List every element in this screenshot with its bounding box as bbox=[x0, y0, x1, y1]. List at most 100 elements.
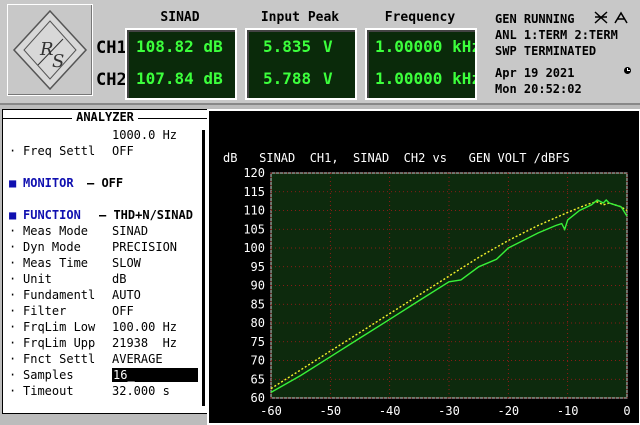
sweep-status: SWP TERMINATED bbox=[495, 44, 597, 58]
setting-row[interactable]: · Timeout 32.000 s bbox=[3, 384, 203, 400]
setting-label: Dyn Mode bbox=[23, 240, 81, 254]
ch2-label: CH2 bbox=[96, 70, 127, 90]
setting-label: Timeout bbox=[23, 384, 74, 398]
section-bullet-icon: ■ bbox=[9, 176, 17, 190]
setting-label: Fundamentl bbox=[23, 288, 96, 302]
ch2-freq-value: 1.00000 kHz bbox=[375, 69, 477, 88]
setting-label: Meas Time bbox=[23, 256, 89, 270]
setting-label: Fnct Settl bbox=[23, 352, 96, 366]
y-tick-label: 65 bbox=[251, 372, 265, 386]
ch2-peak-unit: V bbox=[323, 69, 333, 88]
row-bullet-icon: · bbox=[9, 368, 17, 382]
row-bullet-icon: · bbox=[9, 272, 17, 286]
y-tick-label: 105 bbox=[243, 222, 265, 236]
row-bullet-icon: · bbox=[9, 304, 17, 318]
y-tick-label: 75 bbox=[251, 335, 265, 349]
setting-value: OFF bbox=[112, 304, 134, 318]
col-head-frequency: Frequency bbox=[384, 10, 456, 25]
row-bullet-icon: · bbox=[9, 336, 17, 350]
ch1-peak-value: 5.835 bbox=[263, 37, 312, 56]
x-tick-label: -40 bbox=[379, 404, 401, 418]
setting-label: FrqLim Low bbox=[23, 320, 96, 334]
row-bullet-icon: · bbox=[9, 240, 17, 254]
setting-label: Samples bbox=[23, 368, 74, 382]
svg-text:S: S bbox=[52, 51, 64, 72]
setting-value: — THD+N/SINAD bbox=[99, 208, 193, 222]
setting-label: MONITOR bbox=[23, 176, 74, 190]
setting-row[interactable]: · Fnct Settl AVERAGE bbox=[3, 352, 203, 368]
brand-logo: R S bbox=[7, 4, 93, 96]
col-head-sinad: SINAD bbox=[160, 10, 200, 25]
ch1-freq-value: 1.00000 kHz bbox=[375, 37, 477, 56]
ch1-sinad-value: 108.82 dB bbox=[136, 37, 223, 56]
setting-value: 1000.0 Hz bbox=[112, 128, 178, 142]
y-tick-label: 60 bbox=[251, 391, 265, 405]
setting-value: OFF bbox=[112, 144, 134, 158]
setting-row[interactable]: · Fundamentl AUTO bbox=[3, 288, 203, 304]
ch2-peak-value: 5.788 bbox=[263, 69, 312, 88]
setting-value: — OFF bbox=[87, 176, 124, 190]
time-display: Mon 20:52:02 bbox=[495, 82, 582, 96]
setting-value: AVERAGE bbox=[112, 352, 163, 366]
x-tick-label: 0 bbox=[623, 404, 630, 418]
graph-window: dB SINAD CH1, SINAD CH2 vs GEN VOLT /dBF… bbox=[207, 109, 640, 425]
setting-row[interactable]: · Freq Settl OFF bbox=[3, 144, 203, 160]
row-bullet-icon: · bbox=[9, 144, 17, 158]
setting-row[interactable]: · Unit dB bbox=[3, 272, 203, 288]
setting-value: dB bbox=[112, 272, 127, 286]
setting-value: PRECISION bbox=[112, 240, 178, 254]
setting-row[interactable]: · FrqLim Low 100.00 Hz bbox=[3, 320, 203, 336]
x-tick-label: -50 bbox=[319, 404, 341, 418]
col-head-input-peak: Input Peak bbox=[260, 10, 340, 25]
rs-logo-icon: R S bbox=[12, 9, 88, 91]
sinad-chart[interactable]: 60 65 70 75 80 85 90 95 100 105 110 115 120 -60 -50 -40… bbox=[209, 111, 639, 423]
row-bullet-icon: · bbox=[9, 352, 17, 366]
x-tick-label: -30 bbox=[438, 404, 460, 418]
y-tick-label: 90 bbox=[251, 279, 265, 293]
x-tick-label: -60 bbox=[260, 404, 282, 418]
row-bullet-icon: · bbox=[9, 224, 17, 238]
row-bullet-icon: · bbox=[9, 288, 17, 302]
setting-value: SLOW bbox=[112, 256, 141, 270]
setting-row[interactable]: · Meas Mode SINAD bbox=[3, 224, 203, 240]
samples-input[interactable]: 16_ bbox=[112, 368, 198, 382]
sweep-icon bbox=[614, 11, 628, 24]
input-peak-display: 5.835 V 5.788 V bbox=[245, 28, 357, 100]
setting-row[interactable]: ■ MONITOR — OFF bbox=[3, 176, 203, 192]
setting-row[interactable]: · Filter OFF bbox=[3, 304, 203, 320]
y-tick-label: 85 bbox=[251, 297, 265, 311]
gen-running-icon bbox=[594, 11, 608, 24]
setting-value: 21938 Hz bbox=[112, 336, 178, 350]
setting-row[interactable]: · Dyn Mode PRECISION bbox=[3, 240, 203, 256]
anl-status: ANL 1:TERM 2:TERM bbox=[495, 28, 618, 42]
panel-scrollbar[interactable] bbox=[202, 130, 205, 406]
sinad-display: 108.82 dB 107.84 dB bbox=[125, 28, 237, 100]
y-tick-label: 110 bbox=[243, 204, 265, 218]
y-tick-label: 70 bbox=[251, 354, 265, 368]
setting-value: 32.000 s bbox=[112, 384, 170, 398]
setting-label: FUNCTION bbox=[23, 208, 81, 222]
setting-row[interactable]: · FrqLim Upp 21938 Hz bbox=[3, 336, 203, 352]
frequency-display: 1.00000 kHz 1.00000 kHz bbox=[365, 28, 477, 100]
setting-row-continuation[interactable] bbox=[3, 160, 203, 176]
setting-row[interactable]: ■ FUNCTION — THD+N/SINAD bbox=[3, 208, 203, 224]
setting-label: Unit bbox=[23, 272, 52, 286]
gen-status: GEN RUNNING bbox=[495, 12, 575, 26]
x-tick-label: -20 bbox=[497, 404, 519, 418]
setting-value: 100.00 Hz bbox=[112, 320, 178, 334]
clock-icon bbox=[624, 67, 631, 74]
row-bullet-icon: · bbox=[9, 320, 17, 334]
setting-row[interactable]: · Meas Time SLOW bbox=[3, 256, 203, 272]
setting-label: Freq Settl bbox=[23, 144, 96, 158]
y-tick-label: 80 bbox=[251, 316, 265, 330]
analyzer-panel: ANALYZER 1000.0 Hz · Freq Settl OFF ■ MONITOR… bbox=[2, 109, 208, 414]
setting-row[interactable]: · Samples 16_ bbox=[3, 368, 203, 384]
section-bullet-icon: ■ bbox=[9, 208, 17, 222]
y-tick-label: 100 bbox=[243, 241, 265, 255]
setting-row-continuation[interactable] bbox=[3, 192, 203, 208]
row-bullet-icon: · bbox=[9, 256, 17, 270]
panel-title: ANALYZER bbox=[3, 110, 207, 126]
y-tick-label: 115 bbox=[243, 185, 265, 199]
y-tick-label: 120 bbox=[243, 166, 265, 180]
setting-row-continuation[interactable]: 1000.0 Hz bbox=[3, 128, 203, 144]
